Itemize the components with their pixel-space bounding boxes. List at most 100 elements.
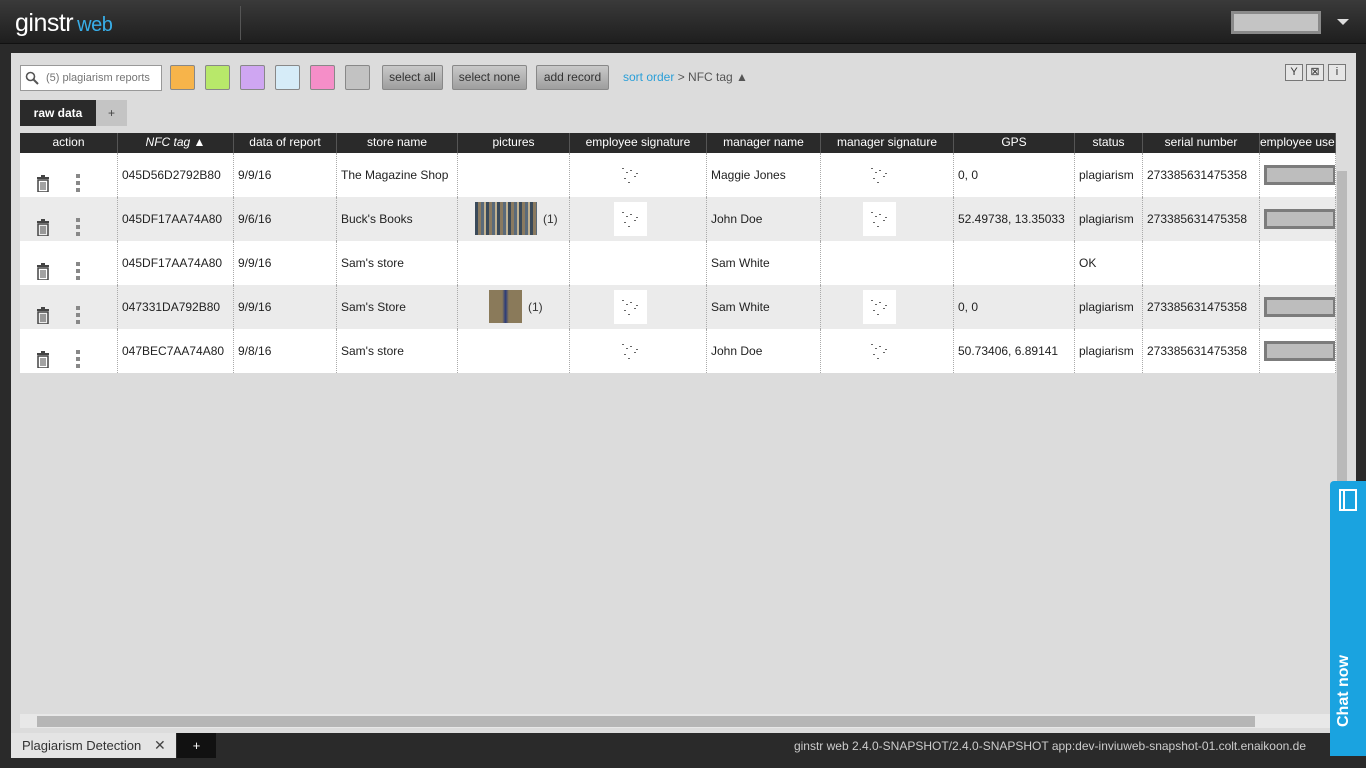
add-bottom-tab-button[interactable]: + [177, 733, 216, 758]
add-tab-button[interactable]: + [96, 100, 127, 126]
picture-thumbnail[interactable] [475, 202, 537, 235]
search-input[interactable] [46, 70, 158, 86]
column-header-pictures[interactable]: pictures [458, 133, 570, 153]
ginstr-logo[interactable]: ginstr web [15, 9, 113, 38]
action-cell [20, 197, 118, 241]
color-swatch-lightblue[interactable] [275, 65, 300, 90]
info-icon[interactable]: i [1328, 64, 1346, 81]
horizontal-scroll-thumb[interactable] [37, 716, 1255, 727]
nfc-tag-cell: 045DF17AA74A80 [118, 241, 234, 285]
manager-signature-cell [821, 153, 954, 197]
signature-image[interactable] [863, 334, 896, 368]
nfc-tag-cell: 045DF17AA74A80 [118, 197, 234, 241]
date-cell: 9/9/16 [234, 285, 337, 329]
pictures-cell [458, 329, 570, 373]
employee-signature-cell [570, 153, 707, 197]
chat-now-button[interactable]: Chat now [1330, 481, 1366, 756]
select-all-button[interactable]: select all [382, 65, 443, 90]
column-header-date[interactable]: data of report [234, 133, 337, 153]
filter-icon[interactable]: Y [1285, 64, 1303, 81]
signature-image[interactable] [863, 158, 896, 192]
signature-image[interactable] [614, 202, 647, 236]
status-cell: plagiarism [1075, 153, 1143, 197]
gps-cell: 0, 0 [954, 153, 1075, 197]
color-swatch-pink[interactable] [310, 65, 335, 90]
book-icon [1339, 489, 1357, 511]
table-row[interactable]: (1) 045DF17AA74A80 9/6/16 Buck's Books John … [20, 197, 1336, 241]
picture-count: (1) [528, 300, 543, 314]
more-options-icon[interactable] [76, 254, 80, 280]
more-options-icon[interactable] [76, 210, 80, 236]
picture-count: (1) [543, 212, 558, 226]
signature-image[interactable] [863, 290, 896, 324]
column-header-action[interactable]: action [20, 133, 118, 153]
more-options-icon[interactable] [76, 298, 80, 324]
store-name-cell: Sam's store [337, 241, 458, 285]
trash-icon[interactable] [37, 342, 49, 369]
main-panel: select all select none add record sort o… [11, 53, 1356, 733]
more-options-icon[interactable] [76, 342, 80, 368]
table-row[interactable]: 045DF17AA74A80 9/9/16 Sam's store Sam White… [20, 241, 1336, 285]
signature-image[interactable] [863, 202, 896, 236]
manager-name-cell: John Doe [707, 329, 821, 373]
trash-icon[interactable] [37, 254, 49, 281]
picture-thumbnail[interactable] [489, 290, 522, 323]
employee-username-cell [1260, 285, 1336, 329]
column-header-employee-username[interactable]: employee usern [1260, 133, 1336, 153]
date-cell: 9/9/16 [234, 153, 337, 197]
serial-number-cell: 273385631475358 [1143, 153, 1260, 197]
sort-order-link[interactable]: sort order [623, 70, 674, 84]
column-header-gps[interactable]: GPS [954, 133, 1075, 153]
color-swatch-grey[interactable] [345, 65, 370, 90]
status-cell: plagiarism [1075, 197, 1143, 241]
column-header-manager-name[interactable]: manager name [707, 133, 821, 153]
store-name-cell: The Magazine Shop [337, 153, 458, 197]
column-header-nfc-tag[interactable]: NFC tag ▲ [118, 133, 234, 153]
trash-icon[interactable] [37, 210, 49, 237]
more-options-icon[interactable] [76, 166, 80, 192]
table-row[interactable]: 045D56D2792B80 9/9/16 The Magazine Shop Mag… [20, 153, 1336, 197]
add-record-button[interactable]: add record [536, 65, 609, 90]
close-tab-icon[interactable]: ✕ [154, 733, 166, 758]
trash-icon[interactable] [37, 166, 49, 193]
employee-username-cell [1260, 329, 1336, 373]
column-header-employee-signature[interactable]: employee signature [570, 133, 707, 153]
search-icon [25, 71, 39, 85]
employee-username-cell [1260, 241, 1336, 285]
sort-order: sort order > NFC tag ▲ [623, 70, 748, 84]
date-cell: 9/8/16 [234, 329, 337, 373]
nfc-tag-cell: 047BEC7AA74A80 [118, 329, 234, 373]
table-row[interactable]: (1) 047331DA792B80 9/9/16 Sam's Store Sam Wh… [20, 285, 1336, 329]
trash-icon[interactable] [37, 298, 49, 325]
color-swatch-green[interactable] [205, 65, 230, 90]
column-header-status[interactable]: status [1075, 133, 1143, 153]
top-divider [240, 6, 241, 40]
data-table: action NFC tag ▲ data of report store name p… [20, 133, 1336, 373]
chat-now-label: Chat now [1335, 655, 1352, 727]
column-header-serial-number[interactable]: serial number [1143, 133, 1260, 153]
sort-field: NFC tag ▲ [688, 70, 748, 84]
color-swatch-orange[interactable] [170, 65, 195, 90]
select-none-button[interactable]: select none [452, 65, 527, 90]
signature-image[interactable] [614, 158, 647, 192]
table-row[interactable]: 047BEC7AA74A80 9/8/16 Sam's store John Doe 5… [20, 329, 1336, 373]
serial-number-cell: 273385631475358 [1143, 285, 1260, 329]
column-header-manager-signature[interactable]: manager signature [821, 133, 954, 153]
user-menu[interactable] [1231, 11, 1321, 34]
user-menu-caret-icon[interactable] [1337, 19, 1349, 25]
horizontal-scrollbar[interactable] [20, 714, 1336, 728]
column-header-store-name[interactable]: store name [337, 133, 458, 153]
employee-username-value [1264, 165, 1335, 185]
signature-image[interactable] [614, 290, 647, 324]
pictures-cell [458, 153, 570, 197]
clear-filter-icon[interactable]: ⊠ [1306, 64, 1324, 81]
status-cell: OK [1075, 241, 1143, 285]
tab-raw-data[interactable]: raw data [20, 100, 96, 126]
bottom-tab-plagiarism[interactable]: Plagiarism Detection ✕ [11, 733, 176, 758]
signature-image[interactable] [614, 334, 647, 368]
color-swatch-purple[interactable] [240, 65, 265, 90]
version-info: ginstr web 2.4.0-SNAPSHOT/2.4.0-SNAPSHOT… [793, 739, 1306, 753]
date-cell: 9/9/16 [234, 241, 337, 285]
manager-signature-cell [821, 241, 954, 285]
search-box[interactable] [20, 65, 162, 91]
